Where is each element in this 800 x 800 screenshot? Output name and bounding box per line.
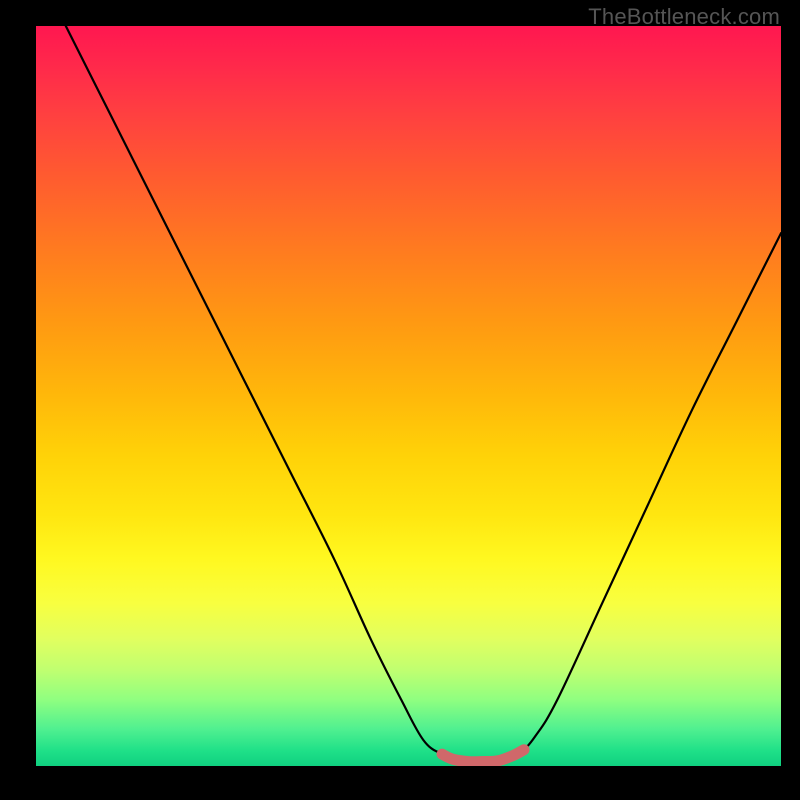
flat-region-path	[442, 750, 524, 762]
chart-svg	[36, 26, 781, 766]
watermark-text: TheBottleneck.com	[588, 4, 780, 30]
chart-plot-area	[36, 26, 781, 766]
bottleneck-curve-path	[66, 26, 781, 762]
